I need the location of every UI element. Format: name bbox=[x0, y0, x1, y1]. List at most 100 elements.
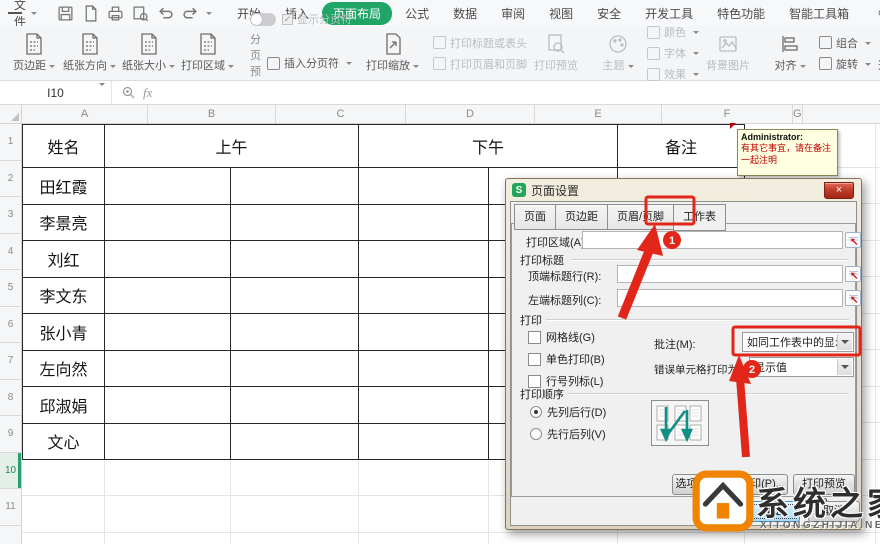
menu-tab[interactable]: 审阅 bbox=[490, 2, 536, 25]
dialog-tab[interactable]: 页眉/页脚 bbox=[607, 204, 673, 230]
ribbon-row-button[interactable]: 旋转 bbox=[819, 56, 871, 72]
show-breaks-checkbox[interactable]: ✓显示分页符 bbox=[282, 11, 352, 27]
cell-empty[interactable] bbox=[359, 241, 489, 278]
chevron-down-icon[interactable] bbox=[31, 12, 37, 18]
cell-name[interactable]: 邱淑娟 bbox=[23, 387, 105, 424]
cell-remark-header[interactable]: 备注 bbox=[618, 125, 745, 168]
cell-name[interactable]: 左向然 bbox=[23, 351, 105, 388]
menu-tab[interactable]: 数据 bbox=[442, 2, 488, 25]
print-order-radio[interactable]: 先列后行(D) bbox=[530, 404, 606, 420]
ribbon-row-button[interactable]: 效果 bbox=[647, 66, 699, 82]
cell-empty[interactable] bbox=[231, 278, 359, 315]
background-image-button[interactable]: 背景图片 bbox=[705, 33, 751, 73]
menu-tab[interactable]: 开发工具 bbox=[634, 2, 704, 25]
theme-button[interactable]: 主题 bbox=[595, 33, 641, 73]
row-header[interactable]: 3 bbox=[0, 197, 21, 234]
cell-empty[interactable] bbox=[105, 387, 231, 424]
cell-empty[interactable] bbox=[231, 168, 359, 205]
top-title-range-button[interactable] bbox=[845, 266, 861, 282]
row-header[interactable]: 11 bbox=[0, 489, 21, 526]
cell-empty[interactable] bbox=[359, 387, 489, 424]
export-pdf-icon[interactable] bbox=[82, 5, 99, 22]
cell-empty[interactable] bbox=[359, 205, 489, 242]
column-header[interactable]: G bbox=[793, 105, 803, 123]
formula-input[interactable] bbox=[162, 81, 880, 104]
ribbon-row-button[interactable]: 颜色 bbox=[647, 24, 699, 40]
print-area-range-button[interactable] bbox=[845, 232, 861, 248]
print-option-checkbox[interactable]: 网格线(G) bbox=[528, 329, 595, 345]
row-header[interactable]: 10 bbox=[0, 453, 21, 490]
column-header[interactable]: A bbox=[22, 105, 148, 123]
cell-empty[interactable] bbox=[359, 351, 489, 388]
ribbon-button[interactable]: 打印区域 bbox=[181, 33, 234, 73]
print-preview-button[interactable]: 打印预览 bbox=[533, 33, 579, 73]
row-header[interactable]: 9 bbox=[0, 416, 21, 453]
top-title-row-input[interactable] bbox=[617, 265, 843, 283]
ribbon-row-button[interactable]: 打印页眉和页脚 bbox=[433, 56, 527, 72]
customize-toolbar-icon[interactable] bbox=[206, 12, 212, 18]
options-button[interactable]: 选项(O)... bbox=[672, 474, 726, 495]
cell-empty[interactable] bbox=[359, 168, 489, 205]
cell-name[interactable]: 刘红 bbox=[23, 241, 105, 278]
cell-empty[interactable] bbox=[105, 278, 231, 315]
cell-empty[interactable] bbox=[105, 424, 231, 461]
print-icon[interactable] bbox=[107, 5, 124, 22]
cell-empty[interactable] bbox=[105, 351, 231, 388]
print-order-radio[interactable]: 先行后列(V) bbox=[530, 426, 606, 442]
cell-empty[interactable] bbox=[105, 241, 231, 278]
row-header[interactable]: 5 bbox=[0, 270, 21, 307]
name-box[interactable]: I10 bbox=[0, 81, 112, 104]
cell-empty[interactable] bbox=[359, 424, 489, 461]
menu-tab[interactable]: 安全 bbox=[586, 2, 632, 25]
page-break-preview-toggle[interactable] bbox=[250, 13, 276, 26]
menu-tab[interactable]: 公式 bbox=[394, 2, 440, 25]
cell-name[interactable]: 张小青 bbox=[23, 314, 105, 351]
undo-icon[interactable] bbox=[157, 5, 174, 22]
ribbon-row-button[interactable]: 组合 bbox=[819, 35, 871, 51]
cell-empty[interactable] bbox=[359, 314, 489, 351]
cell-name[interactable]: 李文东 bbox=[23, 278, 105, 315]
cell-name[interactable]: 李景亮 bbox=[23, 205, 105, 242]
print-scale-button[interactable]: 打印缩放 bbox=[366, 33, 419, 73]
redo-icon[interactable] bbox=[182, 5, 199, 22]
row-header[interactable]: 8 bbox=[0, 380, 21, 417]
cell-morning-header[interactable]: 上午 bbox=[105, 125, 359, 168]
cell-empty[interactable] bbox=[231, 241, 359, 278]
cell-empty[interactable] bbox=[105, 168, 231, 205]
row-header[interactable]: 1 bbox=[0, 124, 21, 161]
row-header[interactable]: 2 bbox=[0, 161, 21, 198]
cell-empty[interactable] bbox=[231, 424, 359, 461]
print-preview-icon[interactable] bbox=[132, 5, 149, 22]
cell-name-header[interactable]: 姓名 bbox=[23, 125, 105, 168]
cell-empty[interactable] bbox=[231, 314, 359, 351]
cell-empty[interactable] bbox=[231, 351, 359, 388]
ribbon-button[interactable]: 页边距 bbox=[11, 33, 57, 73]
cell-empty[interactable] bbox=[231, 387, 359, 424]
dialog-tab[interactable]: 页面 bbox=[514, 204, 555, 230]
insert-break-button[interactable]: 插入分页符 bbox=[267, 55, 352, 71]
zoom-formula-icon[interactable] bbox=[122, 86, 135, 99]
dialog-title-bar[interactable]: S 页面设置 bbox=[510, 179, 857, 201]
cell-empty[interactable] bbox=[359, 278, 489, 315]
column-header[interactable]: C bbox=[276, 105, 406, 123]
save-icon[interactable] bbox=[57, 5, 74, 22]
cell-afternoon-header[interactable]: 下午 bbox=[359, 125, 618, 168]
align-button[interactable]: 对齐 bbox=[767, 33, 813, 73]
row-header[interactable]: 7 bbox=[0, 343, 21, 380]
cell-empty[interactable] bbox=[105, 314, 231, 351]
select-all-corner[interactable] bbox=[0, 105, 22, 124]
column-header[interactable]: F bbox=[662, 105, 793, 123]
cell-name[interactable]: 田红霞 bbox=[23, 168, 105, 205]
column-header[interactable]: E bbox=[535, 105, 662, 123]
left-title-col-input[interactable] bbox=[617, 289, 843, 307]
cell-empty[interactable] bbox=[105, 205, 231, 242]
row-header[interactable]: 6 bbox=[0, 307, 21, 344]
print-option-checkbox[interactable]: 单色打印(B) bbox=[528, 351, 605, 367]
dialog-close-button[interactable]: × bbox=[824, 182, 854, 199]
comments-dropdown[interactable]: 如同工作表中的显示 bbox=[742, 332, 854, 352]
ribbon-row-button[interactable]: 打印标题或表头 bbox=[433, 35, 527, 51]
dialog-tab[interactable]: 工作表 bbox=[673, 204, 726, 231]
menu-tab[interactable]: 视图 bbox=[538, 2, 584, 25]
column-header[interactable]: B bbox=[148, 105, 276, 123]
menu-tab[interactable]: 特色功能 bbox=[706, 2, 776, 25]
